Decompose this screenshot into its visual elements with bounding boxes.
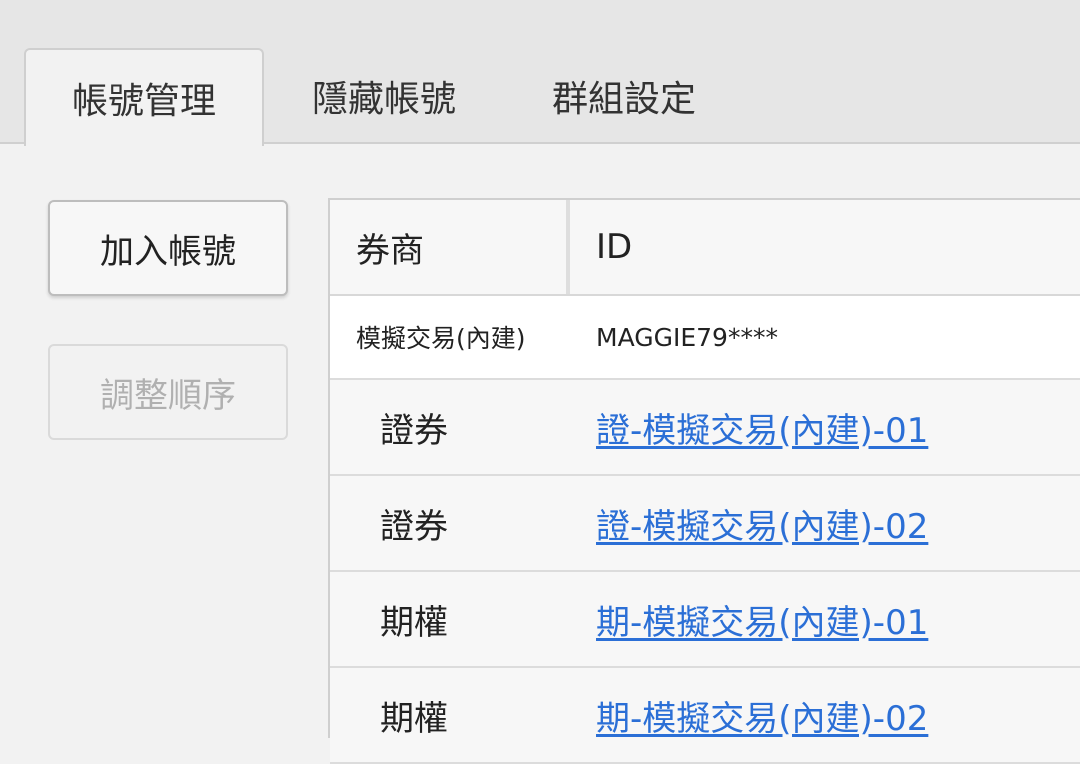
tab-bar: 帳號管理 隱藏帳號 群組設定	[0, 0, 1080, 146]
table-row-parent[interactable]: 模擬交易(內建) MAGGIE79****	[330, 296, 1080, 380]
id-cell: MAGGIE79****	[596, 322, 778, 352]
tab-hidden-accounts[interactable]: 隱藏帳號	[264, 48, 504, 144]
account-link[interactable]: 期-模擬交易(內建)-01	[596, 595, 928, 644]
table-row: 證券 證-模擬交易(內建)-02	[330, 476, 1080, 572]
column-header-broker: 券商	[330, 200, 570, 294]
broker-cell: 期權	[380, 698, 448, 739]
add-account-button[interactable]: 加入帳號	[48, 200, 288, 296]
broker-cell: 證券	[380, 410, 448, 451]
broker-cell: 模擬交易(內建)	[356, 324, 526, 353]
table-header: 券商 ID	[330, 200, 1080, 296]
account-table: 券商 ID 模擬交易(內建) MAGGIE79**** 證券 證-模擬交易(內建…	[328, 198, 1080, 764]
tab-group-settings[interactable]: 群組設定	[504, 48, 744, 144]
account-link[interactable]: 證-模擬交易(內建)-01	[596, 403, 928, 452]
account-link[interactable]: 證-模擬交易(內建)-02	[596, 499, 928, 548]
broker-cell: 期權	[380, 602, 448, 643]
reorder-button: 調整順序	[48, 344, 288, 440]
table-row: 證券 證-模擬交易(內建)-01	[330, 380, 1080, 476]
tab-account-management[interactable]: 帳號管理	[24, 48, 264, 146]
table-row: 期權 期-模擬交易(內建)-02	[330, 668, 1080, 764]
broker-cell: 證券	[380, 506, 448, 547]
account-link[interactable]: 期-模擬交易(內建)-02	[596, 691, 928, 740]
column-header-id: ID	[596, 227, 633, 267]
table-row: 期權 期-模擬交易(內建)-01	[330, 572, 1080, 668]
